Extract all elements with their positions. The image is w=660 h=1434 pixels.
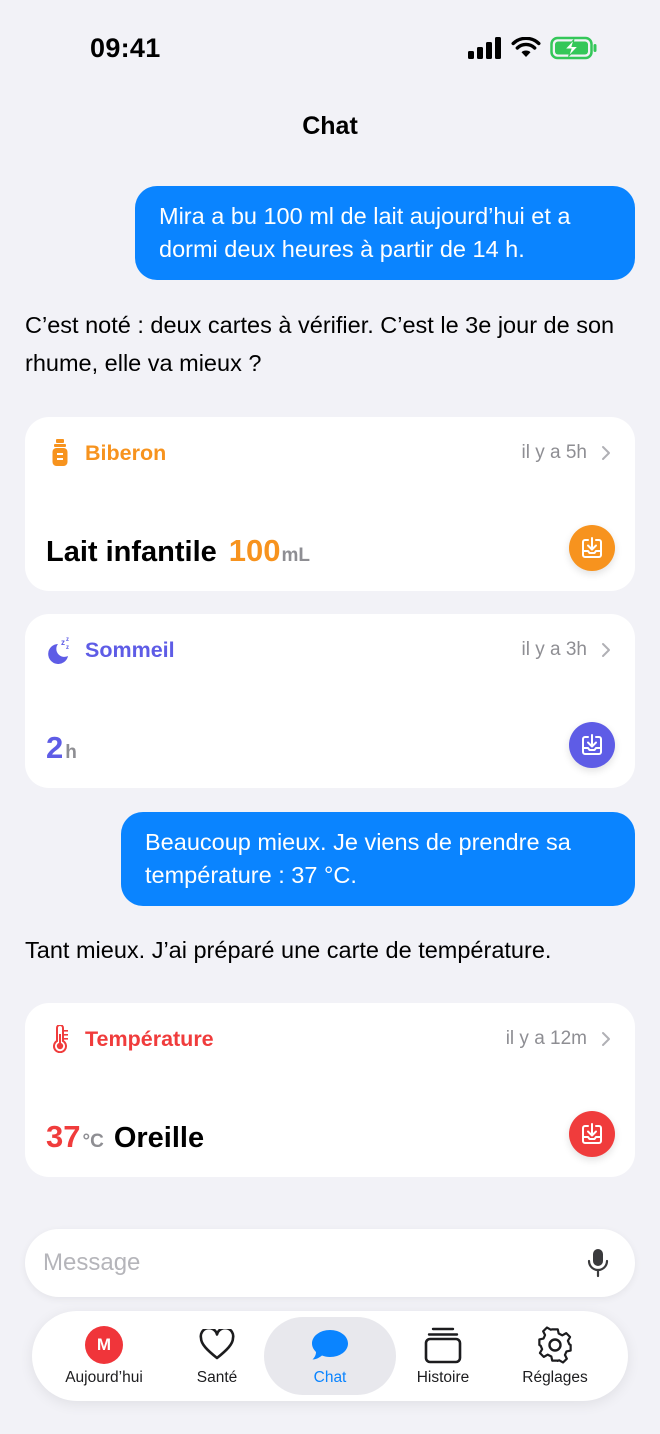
bottle-icon <box>47 438 73 468</box>
bottle-card[interactable]: Biberon il y a 5h Lait infantile 100 mL <box>25 417 635 591</box>
heart-icon <box>199 1325 235 1365</box>
user-message-text: Beaucoup mieux. Je viens de prendre sa t… <box>145 829 571 888</box>
tab-label: Réglages <box>522 1369 588 1386</box>
sleep-card[interactable]: z z z Sommeil il y a 3h 2 h <box>25 614 635 788</box>
message-input[interactable] <box>43 1229 563 1297</box>
download-tray-icon <box>582 1123 602 1144</box>
page-title: Chat <box>302 112 358 140</box>
tab-label: Histoire <box>416 1369 470 1386</box>
moon-zzz-icon: z z z <box>47 635 73 665</box>
save-to-log-button[interactable] <box>569 722 615 768</box>
tab-bar: M Aujourd’hui Santé Chat Histoire Réglag… <box>32 1311 628 1401</box>
temperature-card[interactable]: Température il y a 12m 37 °C Oreille <box>25 1003 635 1177</box>
battery-charging-icon <box>550 36 597 60</box>
status-icons <box>468 36 598 60</box>
card-number: 100 <box>228 533 281 568</box>
stack-icon <box>424 1325 462 1365</box>
card-header: Biberon il y a 5h <box>47 437 613 469</box>
assistant-message: C’est noté : deux cartes à vérifier. C’e… <box>25 312 615 376</box>
user-message[interactable]: Beaucoup mieux. Je viens de prendre sa t… <box>121 812 635 906</box>
svg-text:z: z <box>66 645 69 651</box>
tab-label: Chat <box>313 1369 347 1386</box>
card-header: Température il y a 12m <box>47 1023 613 1055</box>
card-title: Biberon <box>85 440 167 465</box>
card-header: z z z Sommeil il y a 3h <box>47 634 613 666</box>
card-label: Oreille <box>113 1122 205 1154</box>
card-unit: °C <box>82 1131 104 1152</box>
card-title: Température <box>85 1026 214 1051</box>
status-time: 09:41 <box>90 33 161 63</box>
card-label: Lait infantile <box>46 536 217 568</box>
cellular-signal-icon <box>468 37 501 59</box>
user-message[interactable]: Mira a bu 100 ml de lait aujourd’hui et … <box>135 186 635 280</box>
tab-settings[interactable]: Réglages <box>489 1317 621 1395</box>
tab-label: Aujourd’hui <box>65 1369 143 1386</box>
card-value: 37 °C Oreille <box>46 1119 204 1155</box>
thermometer-icon <box>47 1024 73 1054</box>
card-number: 2 <box>46 730 64 765</box>
card-number: 37 <box>46 1119 81 1154</box>
card-unit: mL <box>281 545 311 566</box>
chevron-right-icon <box>602 1032 610 1046</box>
tab-label: Santé <box>196 1369 238 1386</box>
card-time: il y a 5h <box>521 442 587 463</box>
avatar: M <box>85 1326 123 1364</box>
card-value: 2 h <box>46 730 77 766</box>
save-to-log-button[interactable] <box>569 1111 615 1157</box>
microphone-icon[interactable] <box>587 1248 609 1278</box>
wifi-icon <box>511 37 541 57</box>
chevron-right-icon <box>602 446 610 460</box>
gear-icon <box>536 1325 574 1365</box>
card-time: il y a 12m <box>505 1028 587 1049</box>
card-title: Sommeil <box>85 637 175 662</box>
svg-text:z: z <box>61 638 65 647</box>
card-time: il y a 3h <box>521 639 587 660</box>
download-tray-icon <box>582 537 602 558</box>
message-composer <box>25 1229 635 1297</box>
tab-icon: M <box>85 1325 123 1365</box>
chevron-right-icon <box>602 643 610 657</box>
card-unit: h <box>65 742 77 763</box>
chat-bubble-icon <box>310 1325 350 1365</box>
save-to-log-button[interactable] <box>569 525 615 571</box>
status-bar: 09:41 <box>0 0 660 96</box>
card-value: Lait infantile 100 mL <box>46 533 310 569</box>
download-tray-icon <box>582 734 602 755</box>
assistant-message: Tant mieux. J’ai préparé une carte de te… <box>25 937 552 963</box>
svg-text:z: z <box>66 637 69 643</box>
user-message-text: Mira a bu 100 ml de lait aujourd’hui et … <box>159 203 571 262</box>
